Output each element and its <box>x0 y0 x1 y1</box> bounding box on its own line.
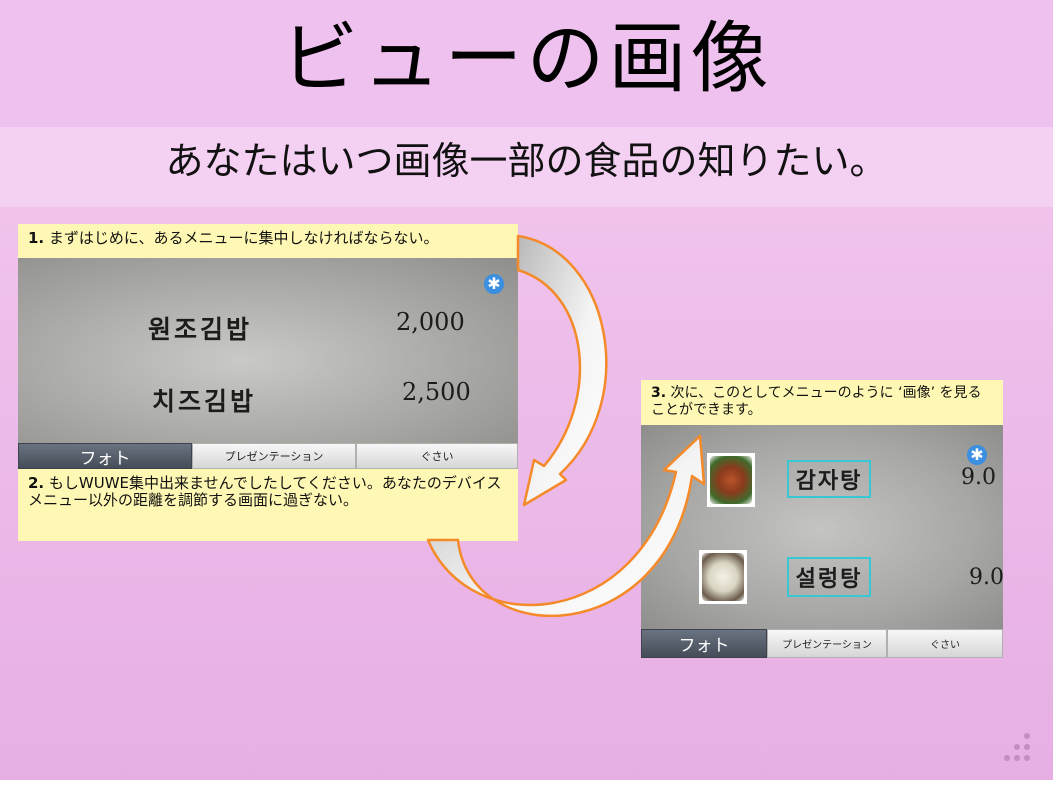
slide: ビューの画像 あなたはいつ画像一部の食品の知りたい。 1. まずはじめに、あるメ… <box>0 0 1053 790</box>
arrows-layer <box>426 234 706 618</box>
decorative-dots <box>1004 733 1030 761</box>
curved-arrow-icon <box>516 234 608 507</box>
